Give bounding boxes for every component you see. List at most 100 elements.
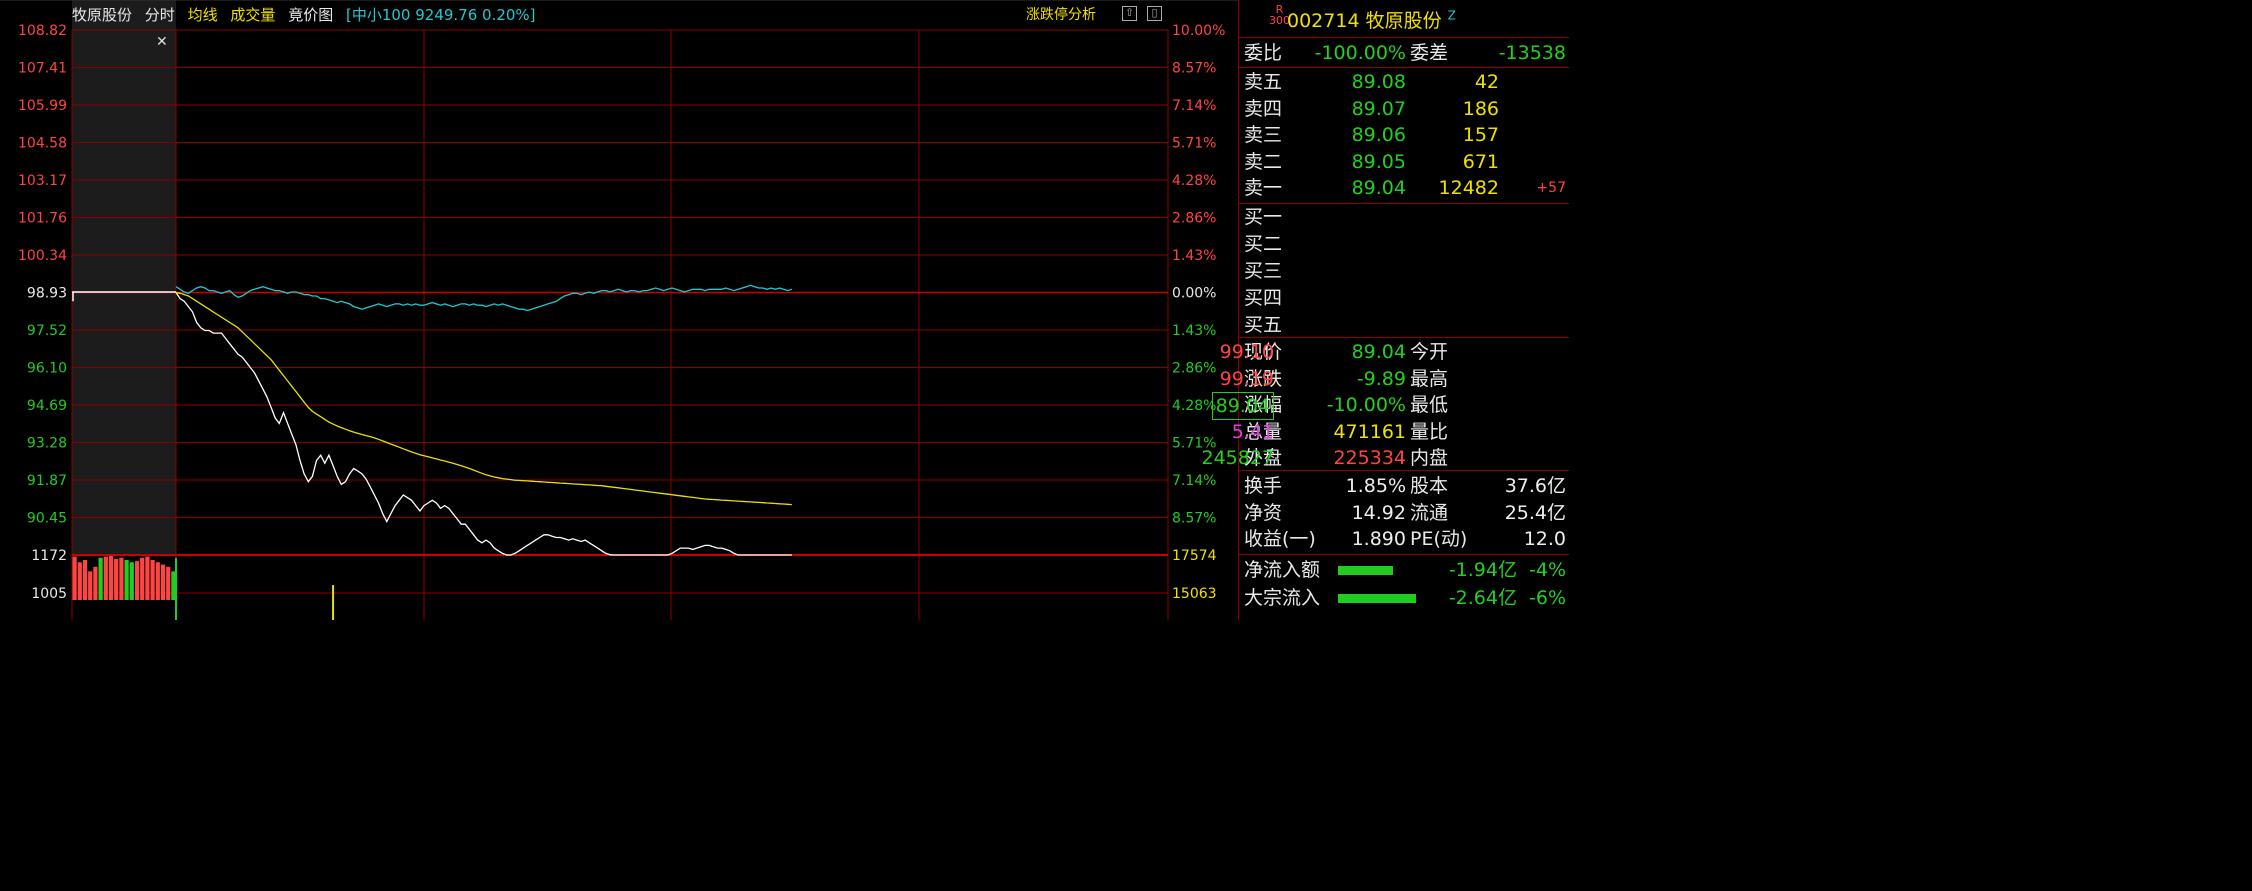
auction-volume-bar [77,562,82,600]
tab-chengjiaoliang[interactable]: 成交量 [230,6,275,24]
divider [1239,470,1569,471]
stat-label: 净资 [1244,501,1283,524]
stat-value: 37.6亿 [1504,475,1566,497]
left-tick-label: 97.52 [27,323,67,339]
auction-volume-bar [98,557,103,600]
intraday-chart[interactable]: 108.82 107.41 105.99 104.58 103.17 101.76 100.… [0,0,1238,620]
auction-volume-bar [103,556,108,600]
panel-toggle-icon[interactable]: ▯ [1147,6,1162,21]
ask-volume: 12482 [1438,177,1499,199]
stat-value: 89.04 [1351,341,1406,363]
tab-jingjiatu[interactable]: 竟价图 [288,6,333,24]
divider [1239,67,1569,68]
left-tick-label: 108.82 [18,23,67,39]
stat-value: 12.0 [1523,528,1566,550]
tab-junxian[interactable]: 均线 [188,6,218,24]
left-tick-label: 101.76 [18,211,67,227]
right-tick-label: 1.43% [1172,248,1216,264]
auction-volume-bar [119,557,124,600]
series-line-index [175,284,793,312]
ask-row[interactable]: 卖五 89.08 42 [1244,69,1499,95]
ask-price: 89.08 [1351,71,1406,93]
bid-row[interactable]: 买一 [1244,204,1282,230]
stock-name: 牧原股份 [1365,10,1442,32]
index-info[interactable]: [中小100 9249.76 0.20%] [346,6,536,24]
stat-value: 1.85% [1345,475,1406,497]
ask-row[interactable]: 卖一 89.04 12482 +57 [1244,175,1566,201]
volume-right-tick: 15063 [1172,586,1217,602]
stock-suffix: Z [1447,8,1456,23]
stat-row: 换手 1.85% 股本 37.6亿 [1244,473,1566,499]
left-tick-label: 104.58 [18,136,67,152]
right-tick-label: 2.86% [1172,361,1216,377]
ask-label: 卖二 [1244,150,1283,173]
stat-value: 14.92 [1351,501,1406,524]
stat-label: 今开 [1410,341,1449,363]
auction-volume-bar [82,560,88,600]
bid-row[interactable]: 买五 [1244,312,1282,338]
auction-volume-bar [93,566,98,600]
stat-row: 涨幅 -10.00% 最低 89.04 [1211,392,1448,420]
stat-label: 最低 [1410,394,1449,416]
ask-volume: 157 [1462,124,1499,146]
up-arrow-icon[interactable]: ⇧ [1122,6,1137,21]
auction-volume-bar [108,555,114,600]
right-tick-label: 10.00% [1172,23,1225,39]
right-tick-label: 5.71% [1172,136,1216,152]
auction-volume-bar [155,562,160,600]
series-line-avg [175,291,792,506]
left-tick-label: 107.41 [18,61,67,77]
right-tick-label: 1.43% [1172,323,1216,339]
stat-label: 量比 [1410,420,1449,443]
weicha-value: -13538 [1498,42,1566,64]
flow-label: 净流入额 [1244,559,1321,581]
auction-volume-bar [134,561,140,600]
flow-row: 大宗流入 -2.64亿 -6% [1244,585,1566,611]
bid-label: 买四 [1244,287,1283,309]
left-tick-label: 100.34 [18,248,67,264]
ask-row[interactable]: 卖四 89.07 186 [1244,96,1499,122]
stat-value: 99.10 [1219,341,1275,363]
zdt-analysis-button[interactable]: 涨跌停分析 [1026,4,1096,24]
ask-price: 89.06 [1351,124,1406,146]
auction-volume-bar [160,564,166,600]
flow-percent: -4% [1529,559,1566,581]
ask-price: 89.04 [1351,177,1406,199]
left-tick-label: 94.69 [27,398,67,414]
stat-value: 245827 [1201,447,1275,469]
stat-row: 现价 89.04 今开 99.10 [1220,339,1448,365]
stock-header: 002714 牧原股份 Z [1287,6,1456,33]
tab-fenshi[interactable]: 分时 [145,6,175,24]
stat-value: 25.4亿 [1504,501,1566,524]
ask-label: 卖五 [1244,71,1283,93]
bid-label: 买三 [1244,260,1283,282]
weicha-label: 委差 [1410,42,1449,64]
stat-label: 换手 [1244,475,1283,497]
bid-row[interactable]: 买四 [1244,285,1282,311]
volume-left-tick: 1172 [31,548,67,564]
right-tick-label: 7.14% [1172,98,1216,114]
flow-row: 净流入额 -1.94亿 -4% [1244,557,1566,583]
close-icon[interactable]: ✕ [156,34,168,50]
stat-value: 471161 [1333,420,1406,443]
divider [1239,337,1569,338]
stat-row: 收益(一) 1.890 PE(动) 12.0 [1244,526,1566,552]
ask-change: +57 [1536,180,1566,196]
bid-row[interactable]: 买三 [1244,258,1282,284]
ask-row[interactable]: 卖三 89.06 157 [1244,122,1499,148]
stat-row: 外盘 225334 内盘 245827 [1201,445,1448,471]
auction-volume-bar [88,571,93,600]
bid-row[interactable]: 买二 [1244,231,1282,257]
right-tick-label: 4.28% [1172,398,1216,414]
ask-volume: 42 [1474,71,1499,93]
auction-volume-bar [150,560,155,600]
left-tick-label: 105.99 [18,98,67,114]
chart-topbar: 牧原股份 分时 均线 成交量 竟价图 [中小100 9249.76 0.20%] [72,4,544,25]
stock-code: 002714 [1287,10,1360,32]
auction-volume-bar [171,571,176,600]
stat-label: 流通 [1410,501,1449,524]
quote-panel: R 300 002714 牧原股份 Z 委比 -100.00% 委差 -1353… [1201,0,1569,620]
series-line-price [175,292,792,556]
stat-value: -9.89 [1356,367,1406,390]
ask-row[interactable]: 卖二 89.05 671 [1244,149,1499,175]
